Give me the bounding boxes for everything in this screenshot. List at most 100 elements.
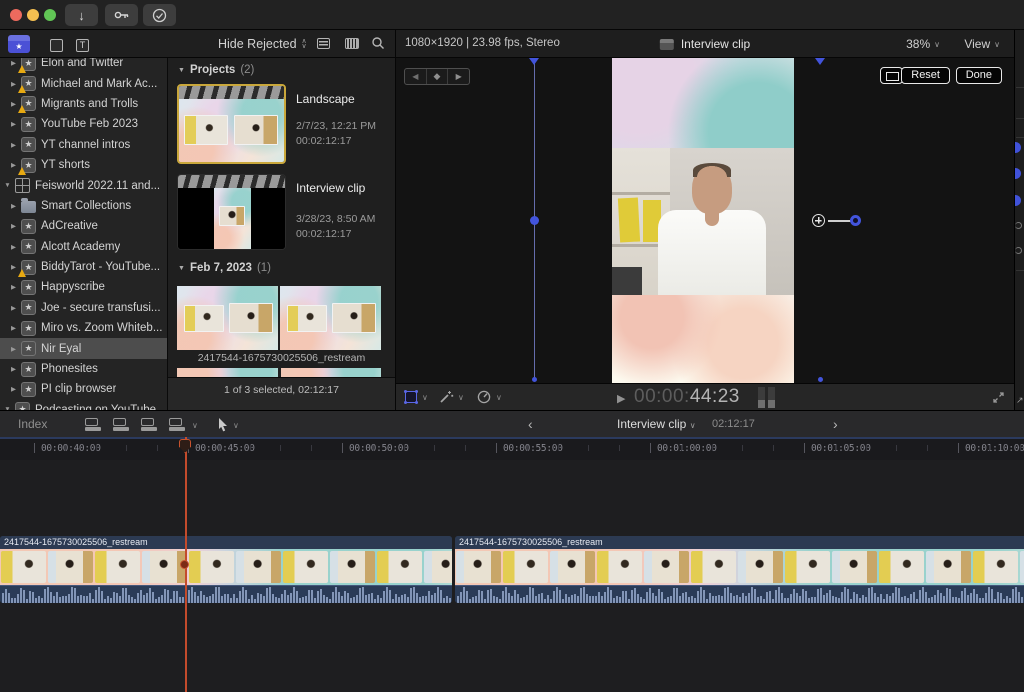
previous-item-button[interactable]: ‹ [528,411,533,438]
retime-menu[interactable]: ∨ [496,393,502,402]
disclosure-triangle[interactable]: ▶ [8,385,19,393]
project-thumbnail-interview[interactable] [177,174,286,250]
minimize-window-button[interactable] [27,9,39,21]
done-button[interactable]: Done [956,67,1002,84]
transform-tool-menu[interactable]: ∨ [422,393,428,402]
disclosure-triangle[interactable]: ▼ [178,67,185,74]
tool-menu[interactable]: ∨ [233,421,239,430]
disclosure-triangle[interactable]: ▶ [8,141,19,149]
timeline-clip[interactable]: 2417544-1675730025506_restream [0,536,452,603]
tab-titles-generators[interactable]: T [74,35,96,53]
close-window-button[interactable] [10,9,22,21]
sidebar-item[interactable]: ▶★YT shorts [0,155,167,175]
list-view-button[interactable] [317,38,330,49]
sidebar-item[interactable]: ▶Smart Collections [0,196,167,216]
toggle-switch[interactable] [1015,142,1021,153]
project-name[interactable]: Landscape [296,92,355,106]
sidebar-item[interactable]: ▶★Migrants and Trolls [0,94,167,114]
warning-icon [18,167,26,175]
transform-handle-top-left[interactable] [529,58,539,65]
sidebar-item-label: Miro vs. Zoom Whiteb... [41,322,162,334]
tab-libraries[interactable]: ★ [8,35,30,53]
checkbox-circle[interactable] [1015,222,1022,229]
sidebar-item[interactable]: ▶★Alcott Academy [0,237,167,257]
sidebar-item[interactable]: ▶★AdCreative [0,216,167,236]
tab-photos-audio[interactable]: ♪ [42,35,64,53]
sidebar-item[interactable]: ▶★ Miro vs. Zoom Whiteb... [0,318,167,338]
star-icon: ★ [21,117,36,132]
transform-handle-bottom-center[interactable] [818,377,823,382]
sidebar-item[interactable]: ▶★Elon and Twitter [0,58,167,73]
checkbox-circle[interactable] [1015,247,1022,254]
expand-ne-icon[interactable]: ↗ [1016,395,1024,406]
sidebar-item[interactable]: ▶★Phonesites [0,359,167,379]
key-button[interactable] [105,4,138,26]
previous-keyframe-button[interactable]: ◀ [405,69,427,84]
play-button[interactable]: ▶ [617,392,625,405]
star-icon: ★ [21,321,36,336]
disclosure-triangle[interactable]: ▶ [8,283,19,291]
transform-handle-mid-left[interactable] [530,216,539,225]
toggle-switch[interactable] [1015,195,1021,206]
transform-mode-button[interactable] [880,67,903,84]
search-button[interactable] [371,36,385,50]
enhancements-button[interactable] [438,389,454,405]
date-section-header[interactable]: ▼Feb 7, 2023(1) [178,262,271,274]
sidebar-item[interactable]: ▶★BiddyTarot - YouTube... [0,257,167,277]
sidebar-item[interactable]: ▶★Nir Eyal [0,338,167,358]
disclosure-triangle[interactable]: ▶ [8,243,19,251]
sidebar-item[interactable]: ▶★PI clip browser [0,379,167,399]
disclosure-triangle[interactable]: ▶ [8,324,19,332]
media-clip-filmstrip[interactable] [177,286,381,350]
transform-handle-bottom-left[interactable] [532,377,537,382]
sidebar-item[interactable]: ▶★YT channel intros [0,135,167,155]
connect-edit-button[interactable] [85,418,102,431]
sidebar-item[interactable]: ▶★Happyscribe [0,277,167,297]
add-keyframe-button[interactable]: ◆ [427,69,449,84]
clip-filter-popup[interactable]: Hide Rejected ∧∨ [218,30,307,58]
sidebar-item[interactable]: ▼★Podcasting on YouTube [0,400,167,410]
zoom-window-button[interactable] [44,9,56,21]
projects-section-header[interactable]: ▼Projects(2) [178,64,254,76]
transform-tool-icon[interactable] [405,391,417,403]
select-tool-button[interactable] [216,417,229,432]
project-thumbnail-landscape[interactable] [177,84,286,164]
edit-options-menu[interactable]: ∨ [192,421,198,430]
disclosure-triangle[interactable]: ▶ [8,120,19,128]
sidebar-item[interactable]: ▼Feisworld 2022.11 and... [0,175,167,195]
disclosure-triangle[interactable]: ▶ [8,202,19,210]
timeline-clip[interactable]: 2417544-1675730025506_restream [455,536,1024,603]
transform-anchor-icon[interactable] [812,214,825,227]
timeline-clip-menu[interactable]: Interview clip ∨ [617,411,696,439]
rotation-handle[interactable] [850,215,861,226]
download-button[interactable]: ↓ [65,4,98,26]
retime-button[interactable] [476,389,492,405]
overwrite-edit-button[interactable] [169,418,186,431]
disclosure-triangle[interactable]: ▼ [178,265,185,272]
ruler-label: 00:01:00:00 [657,443,717,454]
filmstrip-view-button[interactable] [345,38,359,49]
sidebar-item[interactable]: ▶★YouTube Feb 2023 [0,114,167,134]
check-button[interactable] [143,4,176,26]
enhancements-menu[interactable]: ∨ [458,393,464,402]
insert-edit-button[interactable] [113,418,130,431]
reset-button[interactable]: Reset [901,67,950,84]
viewer-view-menu[interactable]: View ∨ [964,37,1000,51]
disclosure-triangle[interactable]: ▶ [8,222,19,230]
disclosure-triangle[interactable]: ▶ [8,304,19,312]
append-edit-button[interactable] [141,418,158,431]
timeline-ruler[interactable]: 00:00:40:0000:00:45:0000:00:50:0000:00:5… [0,437,1024,460]
toggle-switch[interactable] [1015,168,1021,179]
index-button[interactable]: Index [18,411,47,438]
viewer-zoom-menu[interactable]: 38% ∨ [906,37,940,51]
disclosure-triangle[interactable]: ▼ [2,182,13,189]
next-keyframe-button[interactable]: ▶ [448,69,469,84]
fullscreen-button[interactable] [992,391,1005,404]
disclosure-triangle[interactable]: ▶ [8,345,19,353]
next-item-button[interactable]: › [833,411,838,438]
sidebar-item[interactable]: ▶★Joe - secure transfusi... [0,298,167,318]
project-name[interactable]: Interview clip [296,181,365,195]
sidebar-item[interactable]: ▶★Michael and Mark Ac... [0,73,167,93]
transform-handle-top-center[interactable] [815,58,825,65]
disclosure-triangle[interactable]: ▶ [8,365,19,373]
